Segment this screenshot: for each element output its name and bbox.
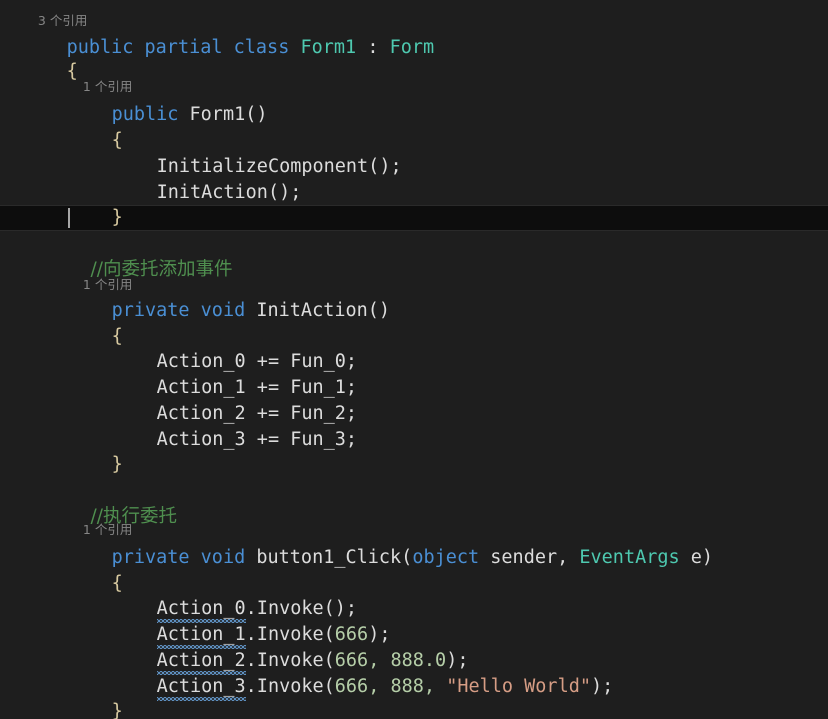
code-editor-surface[interactable]: 3 个引用 public partial class Form1 : Form …	[0, 0, 828, 719]
code-line-subscribe-2: Action_2 += Fun_2;	[0, 375, 828, 424]
code-line-class-open-brace: {	[0, 33, 828, 82]
code-line-initaction-signature: private void InitAction()	[0, 272, 828, 321]
code-line-subscribe-3: Action_3 += Fun_3;	[0, 401, 828, 450]
code-line-constructor-open-brace: {	[0, 102, 828, 151]
code-line-init-action-call: InitAction();	[0, 154, 828, 203]
code-line-initaction-close-brace: }	[0, 426, 828, 475]
code-line-initialize-component: InitializeComponent();	[0, 128, 828, 177]
code-line-buttonclick-open-brace: {	[0, 545, 828, 594]
code-line-subscribe-1: Action_1 += Fun_1;	[0, 349, 828, 398]
code-line-constructor-close-brace: }	[0, 179, 828, 228]
code-line-class-declaration: public partial class Form1 : Form	[0, 9, 828, 58]
close-brace: }	[111, 207, 123, 228]
code-line-invoke-0: Action_0.Invoke();	[0, 570, 828, 623]
code-line-buttonclick-signature: private void button1_Click(object sender…	[0, 519, 828, 568]
close-brace: }	[111, 454, 123, 475]
code-line-comment-execute: //执行委托	[0, 478, 828, 527]
code-line-initaction-open-brace: {	[0, 298, 828, 347]
code-line-invoke-1: Action_1.Invoke(666);	[0, 596, 828, 649]
code-line-invoke-3: Action_3.Invoke(666, 888, "Hello World")…	[0, 648, 828, 701]
code-line-comment-add-events: //向委托添加事件	[0, 231, 828, 280]
code-line-invoke-2: Action_2.Invoke(666, 888.0);	[0, 622, 828, 675]
code-line-subscribe-0: Action_0 += Fun_0;	[0, 323, 828, 372]
code-line-buttonclick-close-brace: }	[0, 673, 828, 719]
code-line-constructor-signature: public Form1()	[0, 76, 828, 125]
close-brace: }	[111, 701, 123, 719]
